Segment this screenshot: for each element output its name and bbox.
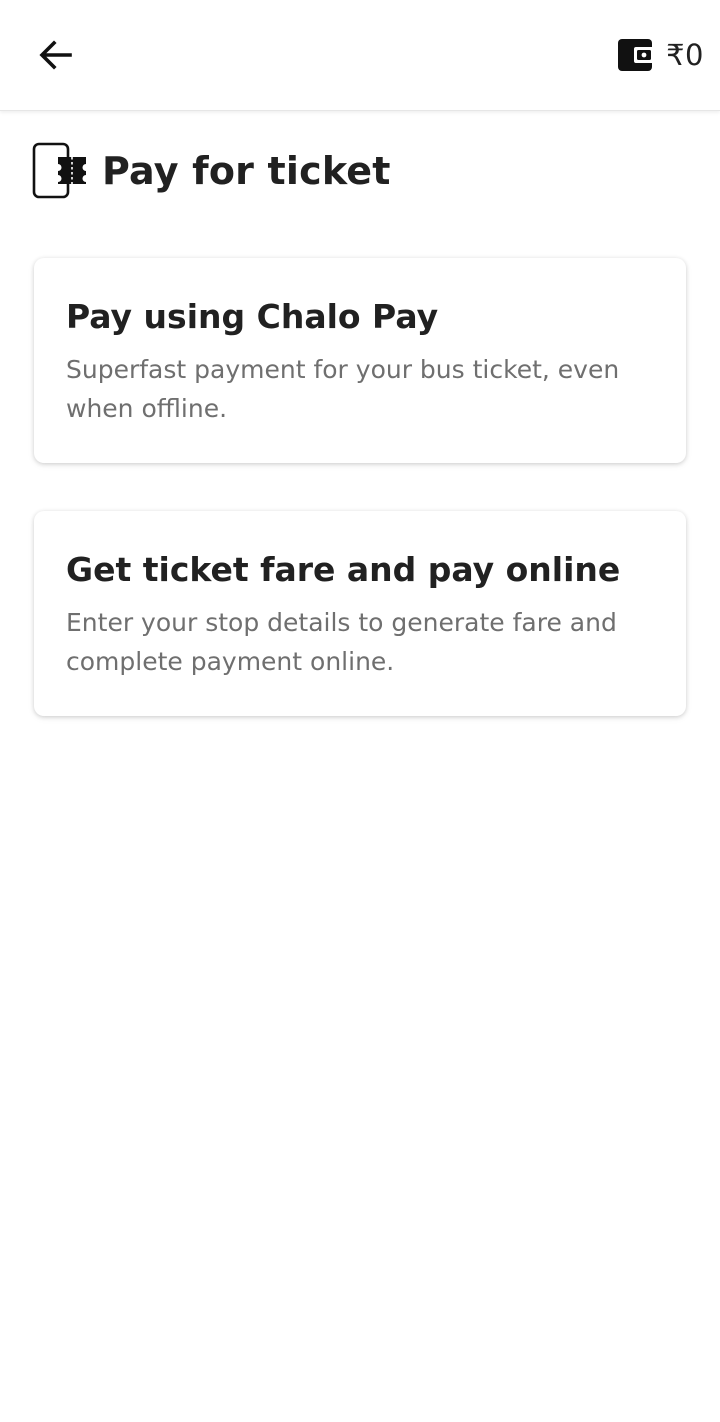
option-card-chalo-pay[interactable]: Pay using Chalo Pay Superfast payment fo… (34, 258, 686, 463)
page-header: Pay for ticket (32, 142, 391, 200)
option-description: Superfast payment for your bus ticket, e… (66, 355, 620, 423)
ticket-icon (32, 142, 86, 199)
option-title: Get ticket fare and pay online (66, 550, 621, 589)
back-button[interactable] (26, 30, 86, 80)
wallet-balance-button[interactable]: ₹0 (616, 34, 704, 76)
app-bar: ₹0 (0, 0, 720, 111)
option-card-pay-online[interactable]: Get ticket fare and pay online Enter you… (34, 511, 686, 716)
option-title: Pay using Chalo Pay (66, 297, 439, 336)
wallet-balance: ₹0 (666, 38, 704, 72)
wallet-icon (618, 39, 655, 71)
option-description: Enter your stop details to generate fare… (66, 608, 617, 676)
arrow-left-icon (39, 40, 72, 70)
page-title: Pay for ticket (102, 149, 391, 193)
